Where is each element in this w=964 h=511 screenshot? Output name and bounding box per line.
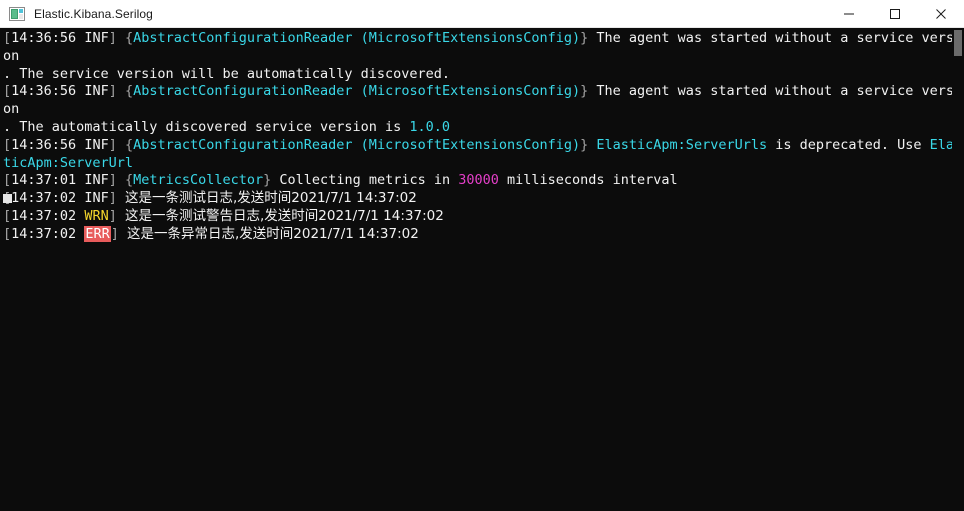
log-segment: INF (84, 136, 109, 153)
log-line: [14:37:01 INF] {MetricsCollector} Collec… (3, 172, 964, 190)
close-icon (936, 8, 946, 19)
console-scrollbar[interactable] (952, 28, 964, 511)
log-segment: . The automatically discovered service v… (3, 118, 410, 135)
console-window: Elastic.Kibana.Serilog [14:36:56 INF] {A… (0, 0, 964, 511)
log-segment: ] (108, 207, 125, 224)
log-segment: 30000 (458, 172, 499, 189)
log-segment: [ (3, 225, 12, 242)
log-segment: { (124, 172, 134, 189)
log-segment: ] (108, 30, 125, 46)
title-bar-left: Elastic.Kibana.Serilog (0, 6, 826, 22)
log-segment: 14:37:02 (11, 207, 77, 224)
console-cursor (3, 194, 12, 204)
log-segment: 这是一条测试日志,发送时间2021/7/1 14:37:02 (124, 190, 417, 207)
log-segment: AbstractConfigurationReader (MicrosoftEx… (133, 83, 581, 100)
log-segment: } (580, 136, 597, 153)
log-segment: 14:37:02 (11, 225, 77, 242)
log-segment: } (263, 172, 280, 189)
log-segment: WRN (84, 207, 109, 224)
log-segment: [ (3, 207, 12, 224)
maximize-button[interactable] (872, 0, 918, 28)
log-segment: INF (84, 83, 109, 100)
log-segment: [ (3, 30, 12, 46)
log-segment: { (124, 83, 134, 100)
minimize-button[interactable] (826, 0, 872, 28)
log-segment: 1.0.0 (409, 118, 451, 135)
log-segment: ] (108, 136, 125, 153)
log-line: . The automatically discovered service v… (3, 119, 964, 137)
log-segment: is deprecated. Use (767, 136, 930, 153)
title-bar[interactable]: Elastic.Kibana.Serilog (0, 0, 964, 28)
log-segment: MetricsCollector (133, 172, 264, 189)
window-controls (826, 0, 964, 28)
console-output-area[interactable]: [14:36:56 INF] {AbstractConfigurationRea… (0, 28, 964, 511)
log-line: [14:37:02 INF] 这是一条测试日志,发送时间2021/7/1 14:… (3, 190, 964, 208)
log-segment: 14:36:56 (11, 30, 77, 46)
window-title: Elastic.Kibana.Serilog (34, 6, 153, 21)
log-lines-container: [14:36:56 INF] {AbstractConfigurationRea… (1, 30, 964, 244)
close-button[interactable] (918, 0, 964, 28)
log-line: [14:36:56 INF] {AbstractConfigurationRea… (3, 137, 964, 173)
log-line: [14:36:56 INF] {AbstractConfigurationRea… (3, 83, 964, 119)
log-segment: 这是一条测试警告日志,发送时间2021/7/1 14:37:02 (124, 207, 444, 224)
scrollbar-thumb[interactable] (954, 30, 962, 56)
log-segment: 14:37:01 (11, 172, 77, 189)
log-line: [14:37:02 WRN] 这是一条测试警告日志,发送时间2021/7/1 1… (3, 208, 964, 226)
log-line: [14:36:56 INF] {AbstractConfigurationRea… (3, 30, 964, 66)
log-segment: ] (110, 225, 127, 242)
log-segment: INF (84, 172, 109, 189)
log-segment: . The service version will be automatica… (3, 65, 451, 82)
log-segment: INF (84, 190, 109, 207)
log-segment: ] (108, 172, 125, 189)
log-segment: milliseconds interval (498, 172, 678, 189)
log-segment: ] (108, 190, 125, 207)
log-segment: 14:37:02 (11, 190, 77, 207)
log-line: [14:37:02 ERR] 这是一条异常日志,发送时间2021/7/1 14:… (3, 225, 964, 244)
log-segment: AbstractConfigurationReader (MicrosoftEx… (133, 30, 581, 46)
minimize-icon (844, 13, 854, 14)
log-segment: [ (3, 172, 12, 189)
log-segment: 这是一条异常日志,发送时间2021/7/1 14:37:02 (126, 225, 419, 242)
log-segment: } (580, 83, 597, 100)
maximize-icon (890, 8, 900, 19)
log-segment: [ (3, 136, 12, 153)
log-segment: 14:36:56 (11, 83, 77, 100)
log-segment: INF (84, 30, 109, 46)
log-segment: { (124, 30, 134, 46)
log-line: . The service version will be automatica… (3, 66, 964, 84)
log-segment: 14:36:56 (11, 136, 77, 153)
log-segment: { (124, 136, 134, 153)
log-segment: ElasticApm:ServerUrls (596, 136, 768, 153)
log-segment: [ (3, 83, 12, 100)
log-segment: ] (108, 83, 125, 100)
log-segment: ERR (84, 225, 111, 242)
log-segment: } (580, 30, 597, 46)
log-segment: AbstractConfigurationReader (MicrosoftEx… (133, 136, 581, 153)
console-app-icon (9, 6, 25, 22)
log-segment: Collecting metrics in (279, 172, 459, 189)
